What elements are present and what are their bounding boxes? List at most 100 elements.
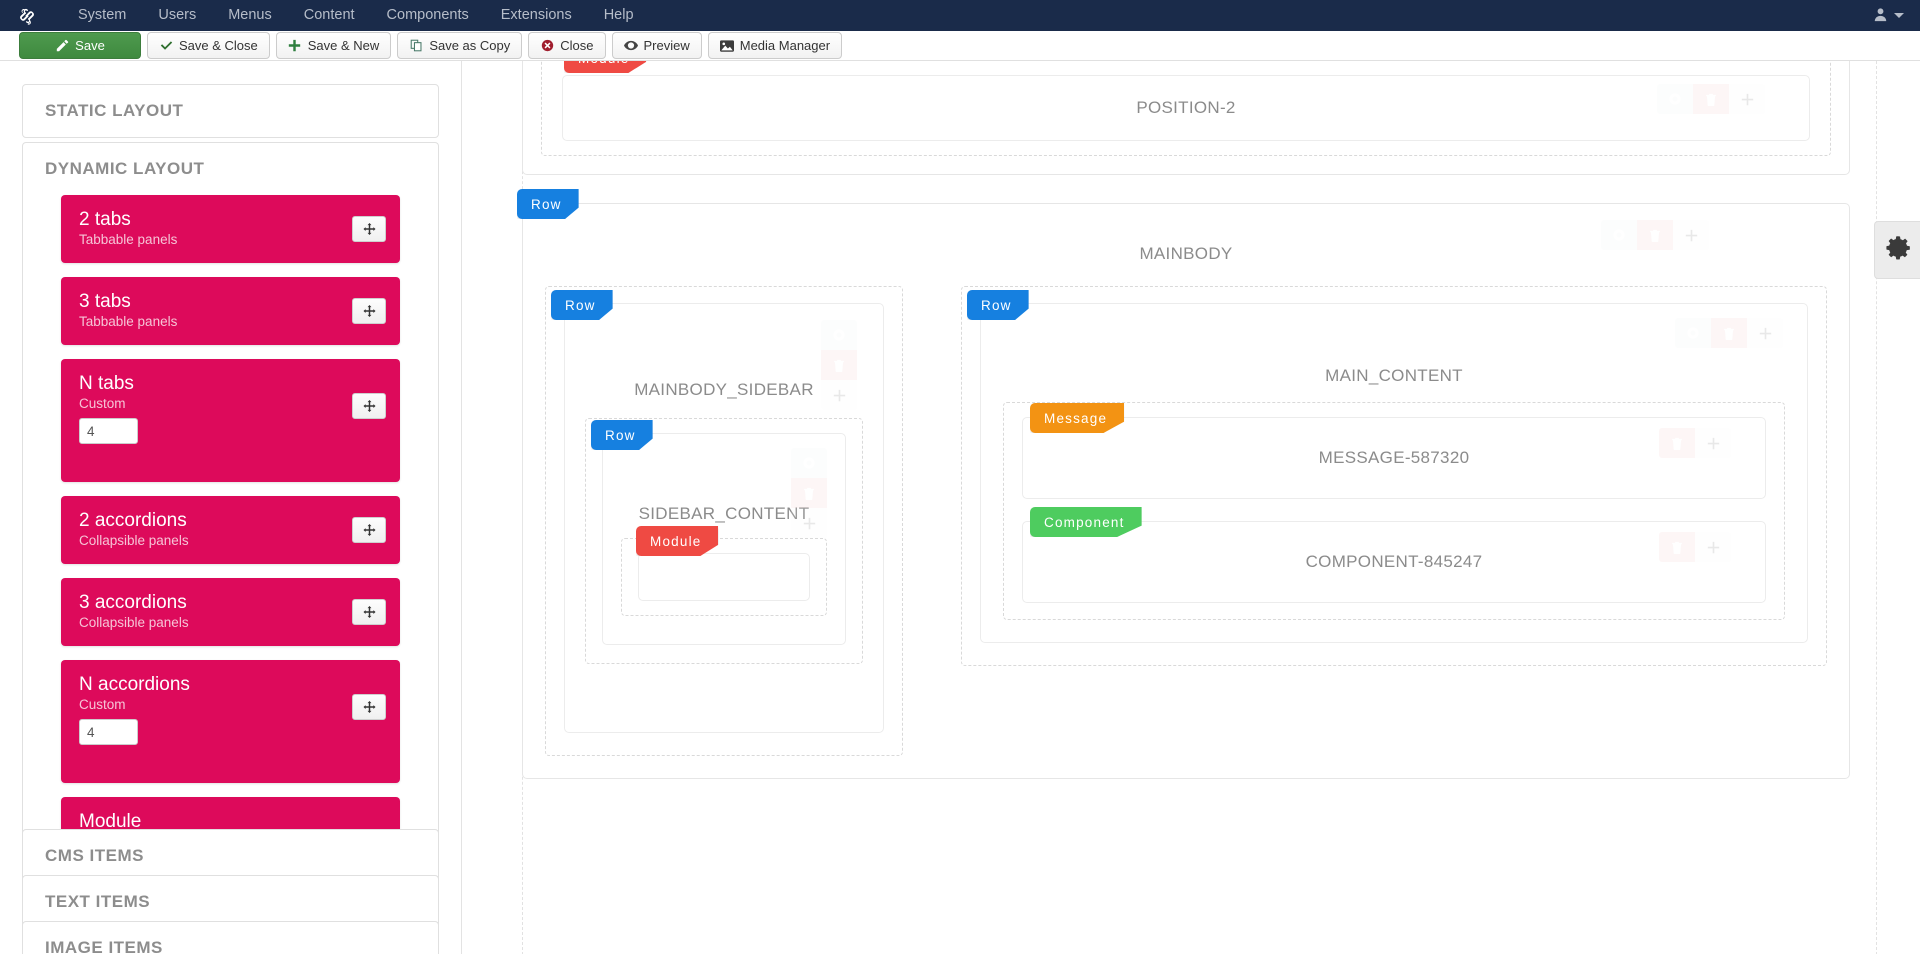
save-button[interactable]: Save [19, 32, 141, 59]
gear-icon[interactable] [1601, 220, 1637, 250]
tag-row-main-content[interactable]: Row [967, 290, 1029, 320]
save-as-copy-button[interactable]: Save as Copy [397, 32, 523, 59]
menu-item-content[interactable]: Content [288, 0, 371, 31]
message-label: MESSAGE-587320 [1318, 448, 1470, 467]
trash-icon[interactable] [1659, 428, 1695, 458]
canvas-settings-fab[interactable] [1874, 221, 1920, 279]
plus-icon[interactable] [821, 380, 857, 410]
media-manager-button[interactable]: Media Manager [707, 32, 843, 59]
copy-icon [409, 39, 423, 53]
trash-icon[interactable] [1637, 220, 1673, 250]
menu-item-help[interactable]: Help [588, 0, 650, 31]
layout-canvas: Module POSITION-2 [462, 61, 1920, 954]
eye-icon [623, 39, 638, 53]
drag-move-icon[interactable] [352, 216, 386, 242]
message-cell[interactable]: MESSAGE-587320 [1022, 417, 1766, 499]
layout-block-3-accordions[interactable]: 3 accordions Collapsible panels [61, 578, 400, 646]
close-button[interactable]: Close [528, 32, 606, 59]
tag-module-sidebar[interactable]: Module [636, 526, 719, 556]
trash-icon[interactable] [791, 478, 827, 508]
joomla-logo-icon[interactable] [14, 3, 40, 29]
drag-move-icon[interactable] [352, 599, 386, 625]
plus-icon[interactable] [1729, 84, 1765, 114]
message-item-wrap: Message MESSAGE-587320 [1022, 403, 1766, 499]
save-and-new-button[interactable]: Save & New [275, 32, 392, 59]
trash-icon[interactable] [1693, 84, 1729, 114]
n-tabs-count-input[interactable] [79, 418, 138, 444]
layout-block-2-tabs[interactable]: 2 tabs Tabbable panels [61, 195, 400, 263]
sidebar-module-cell[interactable] [638, 553, 810, 601]
main-content-controls [1675, 318, 1783, 348]
layout-block-title: N accordions [79, 674, 190, 695]
mainbody-sidebar-controls [821, 320, 857, 410]
gear-icon[interactable] [1657, 84, 1693, 114]
preview-button[interactable]: Preview [611, 32, 702, 59]
drag-move-icon[interactable] [352, 393, 386, 419]
menu-item-system[interactable]: System [62, 0, 142, 31]
panel-dynamic-layout-title[interactable]: DYNAMIC LAYOUT [23, 143, 438, 195]
component-controls [1659, 532, 1731, 562]
drag-move-icon[interactable] [352, 517, 386, 543]
panel-image-items[interactable]: IMAGE ITEMS [22, 921, 439, 954]
menu-item-menus[interactable]: Menus [212, 0, 288, 31]
mainbody-sidebar-cell[interactable]: Row MAINBODY_SIDEBAR Row SIDEBAR_CONTENT… [551, 290, 884, 733]
trash-icon[interactable] [1711, 318, 1747, 348]
main-content-cell[interactable]: Row MAIN_CONTENT Message MESSAGE-587320 … [967, 290, 1808, 643]
layout-block-n-tabs[interactable]: N tabs Custom [61, 359, 400, 482]
tag-component[interactable]: Component [1030, 507, 1142, 537]
tag-row-mainbody-sidebar[interactable]: Row [551, 290, 613, 320]
drag-move-icon[interactable] [352, 694, 386, 720]
gear-icon[interactable] [821, 320, 857, 350]
plus-icon[interactable] [1673, 220, 1709, 250]
close-button-label: Close [560, 38, 594, 53]
menu-item-components[interactable]: Components [371, 0, 485, 31]
plus-icon[interactable] [1747, 318, 1783, 348]
layout-block-2-accordions[interactable]: 2 accordions Collapsible panels [61, 496, 400, 564]
plus-icon[interactable] [1695, 428, 1731, 458]
plus-icon[interactable] [1695, 532, 1731, 562]
trash-icon[interactable] [821, 350, 857, 380]
position2-dashed-zone[interactable]: Module POSITION-2 [541, 61, 1831, 156]
section-position2-wrapper[interactable]: Module POSITION-2 [522, 61, 1850, 175]
layout-block-3-tabs[interactable]: 3 tabs Tabbable panels [61, 277, 400, 345]
component-item-wrap: Component COMPONENT-845247 [1022, 507, 1766, 603]
plus-icon[interactable] [791, 508, 827, 538]
mainbody-sidebar-dashed-zone[interactable]: Row MAINBODY_SIDEBAR Row SIDEBAR_CONTENT… [545, 286, 903, 756]
tag-row-mainbody[interactable]: Row [517, 189, 579, 219]
gear-icon[interactable] [1675, 318, 1711, 348]
position2-cell[interactable]: POSITION-2 [562, 75, 1810, 141]
layout-block-subtitle: Tabbable panels [79, 232, 178, 247]
panel-static-layout[interactable]: STATIC LAYOUT [22, 84, 439, 138]
main-content-items-zone[interactable]: Message MESSAGE-587320 Component COMPONE… [1003, 402, 1785, 620]
save-and-close-button[interactable]: Save & Close [147, 32, 270, 59]
menu-item-extensions[interactable]: Extensions [485, 0, 588, 31]
admin-main-menu: System Users Menus Content Components Ex… [62, 0, 650, 31]
tag-message[interactable]: Message [1030, 403, 1125, 433]
trash-icon[interactable] [1659, 532, 1695, 562]
component-cell[interactable]: COMPONENT-845247 [1022, 521, 1766, 603]
sidebar-content-cell[interactable]: Row SIDEBAR_CONTENT Module [591, 420, 846, 645]
panel-image-items-title[interactable]: IMAGE ITEMS [23, 922, 438, 954]
admin-user-menu[interactable] [1873, 0, 1904, 31]
sidebar-content-dashed-zone[interactable]: Row SIDEBAR_CONTENT Module [585, 418, 863, 664]
sidebar-module-dashed-zone[interactable]: Module [621, 526, 827, 616]
sidebar-content-label: SIDEBAR_CONTENT [638, 504, 810, 523]
main-content-dashed-zone[interactable]: Row MAIN_CONTENT Message MESSAGE-587320 … [961, 286, 1827, 666]
save-button-label: Save [75, 38, 105, 53]
position2-controls [1657, 84, 1765, 114]
mainbody-sidebar-label: MAINBODY_SIDEBAR [634, 380, 814, 399]
gear-icon [1883, 233, 1913, 268]
main-content-label: MAIN_CONTENT [1325, 366, 1463, 385]
position2-label: POSITION-2 [1136, 98, 1236, 117]
n-accordions-count-input[interactable] [79, 719, 138, 745]
save-as-copy-label: Save as Copy [429, 38, 511, 53]
gear-icon[interactable] [791, 448, 827, 478]
layout-block-n-accordions[interactable]: N accordions Custom [61, 660, 400, 783]
section-mainbody[interactable]: Row MAINBODY Row MAINBODY_SIDEBAR Row SI… [517, 189, 1850, 779]
menu-item-users[interactable]: Users [142, 0, 212, 31]
tag-row-sidebar-content[interactable]: Row [591, 420, 653, 450]
tag-module[interactable]: Module [564, 61, 647, 73]
image-icon [719, 39, 734, 53]
panel-static-layout-title[interactable]: STATIC LAYOUT [23, 85, 438, 137]
drag-move-icon[interactable] [352, 298, 386, 324]
